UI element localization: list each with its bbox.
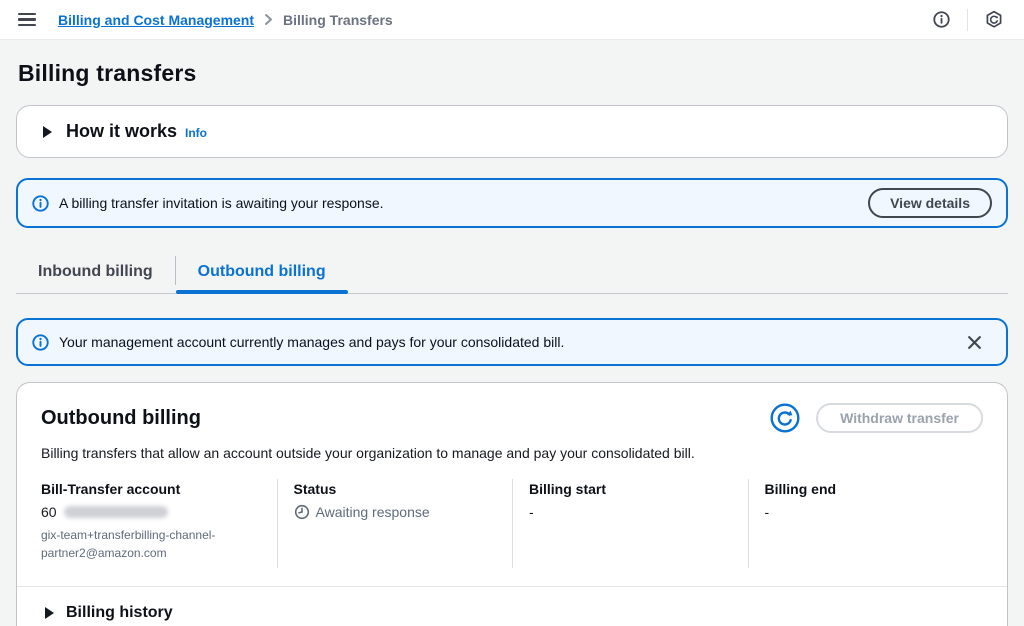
info-circle-icon [32, 334, 49, 351]
status-value: Awaiting response [316, 504, 430, 520]
account-email: gix-team+transferbilling-channel-partner… [41, 526, 261, 562]
breadcrumb-current: Billing Transfers [283, 12, 393, 28]
panel-title: Outbound billing [41, 407, 201, 430]
breadcrumb: Billing and Cost Management Billing Tran… [58, 12, 393, 28]
how-it-works-title: How it works [66, 121, 177, 142]
billing-end-value: - [765, 504, 770, 520]
tab-outbound-billing[interactable]: Outbound billing [176, 254, 348, 293]
how-it-works-expander[interactable]: How it works Info [16, 105, 1008, 158]
field-billing-start: Billing start - [512, 479, 748, 568]
main-content: Billing transfers How it works Info A bi… [0, 40, 1024, 626]
clock-pending-icon [294, 504, 310, 520]
account-id-visible: 60 [41, 504, 57, 520]
close-icon[interactable] [963, 331, 986, 354]
outbound-billing-panel: Outbound billing Withdraw transfer Billi… [16, 382, 1008, 626]
refresh-icon[interactable] [766, 399, 804, 437]
field-label: Billing end [765, 481, 968, 497]
view-details-button[interactable]: View details [868, 188, 992, 218]
tab-inbound-billing[interactable]: Inbound billing [16, 254, 175, 293]
field-billing-end: Billing end - [748, 479, 984, 568]
transfer-details: Bill-Transfer account 60 gix-team+transf… [41, 479, 983, 568]
billing-history-expander[interactable]: Billing history [17, 586, 1007, 626]
caret-right-icon [45, 607, 54, 619]
info-circle-icon [32, 195, 49, 212]
invitation-alert-text: A billing transfer invitation is awaitin… [59, 195, 384, 211]
info-link[interactable]: Info [185, 126, 207, 142]
account-id-redacted [64, 506, 168, 518]
billing-history-title: Billing history [66, 604, 173, 622]
field-bill-transfer-account: Bill-Transfer account 60 gix-team+transf… [41, 479, 277, 568]
top-navigation-bar: Billing and Cost Management Billing Tran… [0, 0, 1024, 40]
billing-tabs: Inbound billing Outbound billing [16, 254, 1008, 294]
topbar-divider [967, 9, 968, 31]
hamburger-menu-icon[interactable] [18, 13, 36, 27]
info-circle-icon[interactable] [929, 8, 953, 32]
field-label: Status [294, 481, 497, 497]
field-label: Bill-Transfer account [41, 481, 261, 497]
billing-start-value: - [529, 504, 534, 520]
chevron-right-icon [264, 13, 273, 26]
page-title: Billing transfers [18, 60, 1008, 87]
withdraw-transfer-button[interactable]: Withdraw transfer [816, 403, 983, 433]
field-label: Billing start [529, 481, 732, 497]
breadcrumb-root-link[interactable]: Billing and Cost Management [58, 12, 254, 28]
management-alert: Your management account currently manage… [16, 318, 1008, 366]
caret-right-icon [43, 126, 52, 138]
invitation-alert: A billing transfer invitation is awaitin… [16, 178, 1008, 228]
hexagon-refresh-icon[interactable] [982, 8, 1006, 32]
panel-description: Billing transfers that allow an account … [41, 445, 983, 461]
field-status: Status Awaiting response [277, 479, 513, 568]
management-alert-text: Your management account currently manage… [59, 334, 564, 350]
